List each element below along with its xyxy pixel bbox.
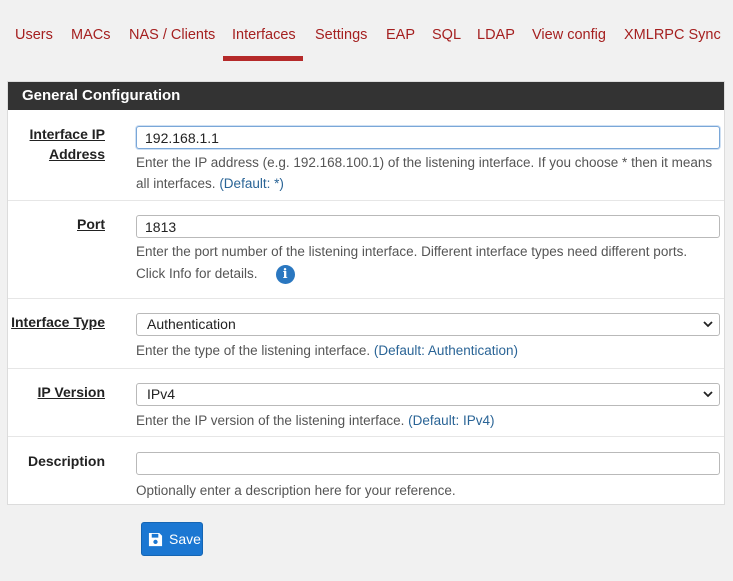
tab-ldap[interactable]: LDAP (477, 27, 515, 43)
info-icon[interactable]: i (275, 264, 295, 284)
port-input[interactable] (136, 215, 720, 238)
panel-title: General Configuration (8, 82, 724, 110)
port-row: Port Enter the port number of the listen… (8, 200, 724, 299)
active-tab-indicator (223, 56, 303, 61)
ip-version-row: IP Version IPv4 Enter the IP version of … (8, 368, 724, 437)
description-help: Optionally enter a description here for … (136, 483, 456, 498)
ip-version-default: (Default: IPv4) (408, 413, 495, 428)
port-help-text: Enter the port number of the listening i… (136, 244, 688, 281)
tab-bar: Users MACs NAS / Clients Interfaces Sett… (0, 0, 733, 62)
tab-users[interactable]: Users (15, 27, 53, 43)
tab-settings[interactable]: Settings (315, 27, 367, 43)
description-row: Description Optionally enter a descripti… (8, 436, 724, 504)
interface-type-default: (Default: Authentication) (373, 343, 518, 358)
interface-type-label: Interface Type (11, 312, 105, 332)
save-icon (148, 532, 163, 547)
save-button[interactable]: Save (141, 522, 203, 556)
interface-ip-input[interactable] (136, 126, 720, 149)
port-label: Port (77, 214, 105, 234)
tab-xmlrpc-sync[interactable]: XMLRPC Sync (624, 27, 721, 43)
ip-version-help-text: Enter the IP version of the listening in… (136, 413, 405, 428)
interface-type-help: Enter the type of the listening interfac… (136, 340, 720, 361)
port-help: Enter the port number of the listening i… (136, 241, 720, 285)
interface-ip-default: (Default: *) (219, 176, 284, 191)
ip-version-label-text: IP Version (37, 384, 105, 400)
interface-type-row: Interface Type Authentication Enter the … (8, 298, 724, 369)
interface-ip-label-line1: Interface IP (29, 126, 105, 142)
ip-version-select[interactable]: IPv4 (136, 383, 720, 406)
interface-type-help-text: Enter the type of the listening interfac… (136, 343, 371, 358)
interface-type-value: Authentication (147, 316, 236, 332)
chevron-down-icon (703, 321, 713, 328)
ip-version-help: Enter the IP version of the listening in… (136, 410, 720, 431)
save-button-label: Save (169, 531, 201, 547)
description-label: Description (27, 453, 105, 469)
tab-interfaces[interactable]: Interfaces (232, 27, 296, 43)
tab-macs[interactable]: MACs (71, 27, 110, 43)
interface-ip-label: Interface IP Address (30, 124, 105, 164)
general-configuration-panel: General Configuration Interface IP Addre… (7, 81, 725, 505)
interface-type-select[interactable]: Authentication (136, 313, 720, 336)
interface-type-label-text: Interface Type (11, 314, 105, 330)
tab-nas-clients[interactable]: NAS / Clients (129, 27, 215, 43)
tab-eap[interactable]: EAP (386, 27, 415, 43)
description-input[interactable] (136, 452, 720, 475)
ip-version-value: IPv4 (147, 386, 176, 402)
tab-view-config[interactable]: View config (532, 27, 606, 43)
ip-version-label: IP Version (38, 382, 105, 402)
interface-ip-row: Interface IP Address Enter the IP addres… (8, 110, 724, 201)
interface-ip-help: Enter the IP address (e.g. 192.168.100.1… (136, 152, 720, 194)
port-label-text: Port (77, 216, 105, 232)
chevron-down-icon (703, 391, 713, 398)
tab-sql[interactable]: SQL (432, 27, 461, 43)
interface-ip-label-line2: Address (48, 146, 105, 162)
